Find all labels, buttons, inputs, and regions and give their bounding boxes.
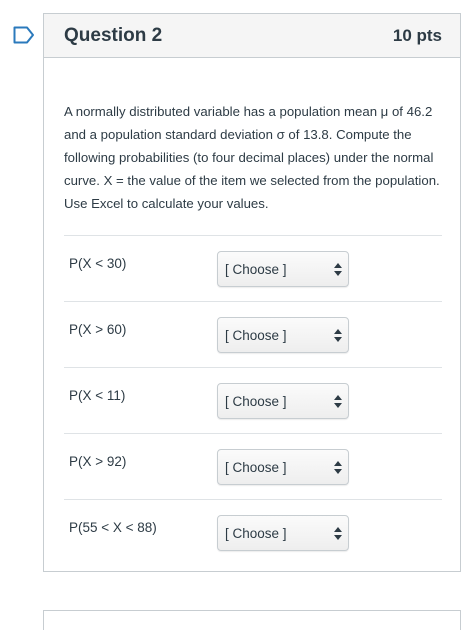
- answer-label: P(X < 30): [69, 256, 127, 271]
- question-title: Question 2: [64, 24, 163, 46]
- answer-row: P(X > 92) [ Choose ]: [64, 434, 442, 500]
- select-value: [ Choose ]: [225, 459, 287, 475]
- answer-row: P(55 < X < 88) [ Choose ]: [64, 500, 442, 565]
- answer-list: P(X < 30) [ Choose ] P(X > 60) [ Choose …: [64, 235, 442, 565]
- up-down-arrows-icon: [334, 461, 342, 474]
- up-down-arrows-icon: [334, 263, 342, 276]
- answer-row: P(X > 60) [ Choose ]: [64, 302, 442, 368]
- select-value: [ Choose ]: [225, 327, 287, 343]
- up-down-arrows-icon: [334, 527, 342, 540]
- flag-question-icon[interactable]: [13, 26, 35, 44]
- answer-label: P(55 < X < 88): [69, 520, 157, 535]
- question-card: Question 2 10 pts A normally distributed…: [43, 13, 461, 572]
- answer-select[interactable]: [ Choose ]: [217, 449, 349, 485]
- question-header: Question 2 10 pts: [44, 14, 460, 58]
- question-body: A normally distributed variable has a po…: [44, 58, 460, 565]
- question-points: 10 pts: [392, 25, 442, 45]
- select-value: [ Choose ]: [225, 393, 287, 409]
- select-value: [ Choose ]: [225, 261, 287, 277]
- question-text: A normally distributed variable has a po…: [64, 104, 440, 211]
- answer-row: P(X < 30) [ Choose ]: [64, 236, 442, 302]
- next-question-card: [43, 610, 461, 630]
- answer-select[interactable]: [ Choose ]: [217, 317, 349, 353]
- answer-label: P(X > 60): [69, 322, 127, 337]
- answer-select[interactable]: [ Choose ]: [217, 383, 349, 419]
- answer-row: P(X < 11) [ Choose ]: [64, 368, 442, 434]
- answer-label: P(X < 11): [69, 388, 126, 403]
- answer-select[interactable]: [ Choose ]: [217, 251, 349, 287]
- answer-select[interactable]: [ Choose ]: [217, 515, 349, 551]
- select-value: [ Choose ]: [225, 525, 287, 541]
- up-down-arrows-icon: [334, 329, 342, 342]
- answer-label: P(X > 92): [69, 454, 127, 469]
- up-down-arrows-icon: [334, 395, 342, 408]
